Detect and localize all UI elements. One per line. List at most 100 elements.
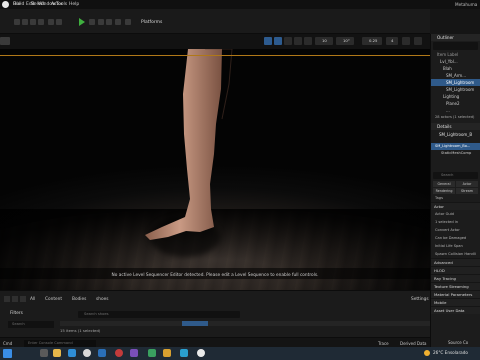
unreal-engine-icon[interactable] — [197, 349, 205, 357]
rotation-snap-value[interactable]: 10° — [336, 37, 354, 45]
unreal-logo-icon[interactable] — [2, 1, 9, 8]
settings-button[interactable]: Settings — [411, 297, 429, 302]
asset-search-input[interactable]: Search shoes — [78, 311, 240, 318]
details-section-actor[interactable]: Actor — [431, 202, 480, 210]
details-row[interactable]: Actor Guid — [431, 210, 480, 218]
outliner-item[interactable]: ... — [431, 107, 480, 114]
mail-icon[interactable] — [115, 349, 123, 357]
details-section-mobile[interactable]: Mobile — [431, 298, 480, 306]
menu-actor[interactable]: Actor — [51, 2, 63, 7]
windows-taskbar: 26°C Ensolarado — [0, 347, 480, 360]
details-section-ray-tracing[interactable]: Ray Tracing — [431, 274, 480, 282]
outliner-item[interactable]: Blah — [431, 65, 480, 72]
add-actor-icon[interactable] — [38, 19, 44, 25]
outliner-item[interactable]: SM_Arm... — [431, 72, 480, 79]
photos-icon[interactable] — [130, 349, 138, 357]
details-section-material-parameters[interactable]: Material Parameters — [431, 290, 480, 298]
source-control-button[interactable]: Source Co — [448, 340, 468, 345]
content-browser: All Content Bodies shoes Settings Filter… — [0, 290, 430, 348]
breadcrumb-bodies[interactable]: Bodies — [72, 297, 86, 302]
menu-build[interactable]: Build — [13, 2, 24, 7]
app-icon[interactable] — [180, 349, 188, 357]
grid-snap-value[interactable]: 10 — [315, 37, 333, 45]
select-mode-icon[interactable] — [264, 37, 272, 45]
mode-icon[interactable] — [22, 19, 28, 25]
windows-start-icon[interactable] — [3, 349, 12, 358]
details-row-tags[interactable]: Tags — [431, 194, 480, 202]
store-icon[interactable] — [148, 349, 156, 357]
menu-help[interactable]: Help — [69, 2, 79, 7]
folder-icon[interactable] — [163, 349, 171, 357]
details-row[interactable]: Convert Actor — [431, 226, 480, 234]
filters-label[interactable]: Filters — [10, 311, 23, 316]
viewport-menu-button[interactable] — [0, 37, 10, 45]
component-root[interactable]: SM_Lightroom_Bo... — [431, 143, 480, 150]
outliner-item[interactable]: Lvl_Ybl... — [431, 58, 480, 65]
rotate-icon[interactable] — [284, 37, 292, 45]
cinematics-icon[interactable] — [56, 19, 62, 25]
add-button[interactable] — [4, 296, 10, 302]
file-explorer-icon[interactable] — [53, 349, 61, 357]
details-row[interactable]: Spawn Collision Handli — [431, 250, 480, 258]
viewport-focus-border — [0, 55, 430, 56]
scale-snap-value[interactable]: 0.25 — [362, 37, 382, 45]
platforms-button[interactable]: Platforms — [141, 20, 162, 25]
details-row[interactable]: 1 selected in — [431, 218, 480, 226]
folder-search-input[interactable]: Search — [8, 321, 54, 328]
world-local-icon[interactable] — [304, 37, 312, 45]
weather-text[interactable]: 26°C Ensolarado — [433, 350, 468, 355]
outliner-item[interactable]: Plane2 — [431, 100, 480, 107]
details-section-texture-streaming[interactable]: Texture Streaming — [431, 282, 480, 290]
breadcrumb-shoes[interactable]: shoes — [96, 297, 108, 302]
details-row[interactable]: Can be Damaged — [431, 234, 480, 242]
translate-icon[interactable] — [274, 37, 282, 45]
play-icon[interactable] — [79, 18, 85, 26]
eject-icon[interactable] — [115, 19, 121, 25]
filter-tab-actor[interactable]: Actor — [456, 181, 478, 187]
outliner-item[interactable]: Lighting — [431, 93, 480, 100]
filter-tab-stream[interactable]: Stream — [456, 188, 478, 194]
pause-icon[interactable] — [98, 19, 104, 25]
camera-speed-value[interactable]: 4 — [386, 37, 398, 45]
level-viewport[interactable] — [0, 49, 430, 290]
details-search-input[interactable]: Search — [433, 172, 478, 179]
right-panel: Outliner Item Label Lvl_Ybl... Blah SM_A… — [430, 34, 480, 347]
asset-grid[interactable] — [60, 321, 430, 326]
trace-button[interactable]: Trace — [378, 341, 389, 346]
maximize-icon[interactable] — [414, 37, 422, 45]
scale-icon[interactable] — [294, 37, 302, 45]
component-child[interactable]: StaticMeshComp — [431, 150, 480, 157]
blueprint-icon[interactable] — [48, 19, 54, 25]
import-icon[interactable] — [12, 296, 18, 302]
details-section-hlod[interactable]: HLOD — [431, 266, 480, 274]
details-row[interactable]: Initial Life Span — [431, 242, 480, 250]
breadcrumb-all[interactable]: All — [30, 297, 35, 302]
settings-app-icon[interactable] — [98, 349, 106, 357]
sequencer-warning-text: No active Level Sequencer Editor detecte… — [111, 273, 319, 278]
platforms-icon[interactable] — [125, 19, 131, 25]
details-section-advanced[interactable]: Advanced — [431, 258, 480, 266]
layout-icon[interactable] — [402, 37, 410, 45]
outliner-title[interactable]: Outliner — [431, 34, 480, 41]
save-all-icon[interactable] — [20, 296, 26, 302]
outliner-search-input[interactable] — [433, 42, 478, 50]
filter-tab-general[interactable]: General — [433, 181, 455, 187]
save-icon[interactable] — [14, 19, 20, 25]
chrome-icon[interactable] — [83, 349, 91, 357]
outliner-item-selected[interactable]: SM_Lightroom — [431, 79, 480, 86]
breadcrumb-content[interactable]: Content — [45, 297, 62, 302]
cmd-dropdown[interactable]: Cmd — [3, 341, 12, 346]
derived-data-button[interactable]: Derived Data — [400, 341, 427, 346]
edge-icon[interactable] — [68, 349, 76, 357]
launch-icon[interactable] — [89, 19, 95, 25]
asset-count: 15 items (1 selected) — [60, 328, 101, 333]
menu-select[interactable]: Select — [31, 2, 45, 7]
details-title[interactable]: Details — [431, 123, 480, 130]
settings-icon[interactable] — [30, 19, 36, 25]
search-icon[interactable] — [40, 349, 48, 357]
details-section-asset-user-data[interactable]: Asset User Data — [431, 306, 480, 314]
stop-icon[interactable] — [106, 19, 112, 25]
asset-tile-selected[interactable] — [182, 321, 208, 326]
outliner-item[interactable]: SM_Lightroom — [431, 86, 480, 93]
console-input[interactable]: Enter Console Command — [24, 339, 96, 347]
